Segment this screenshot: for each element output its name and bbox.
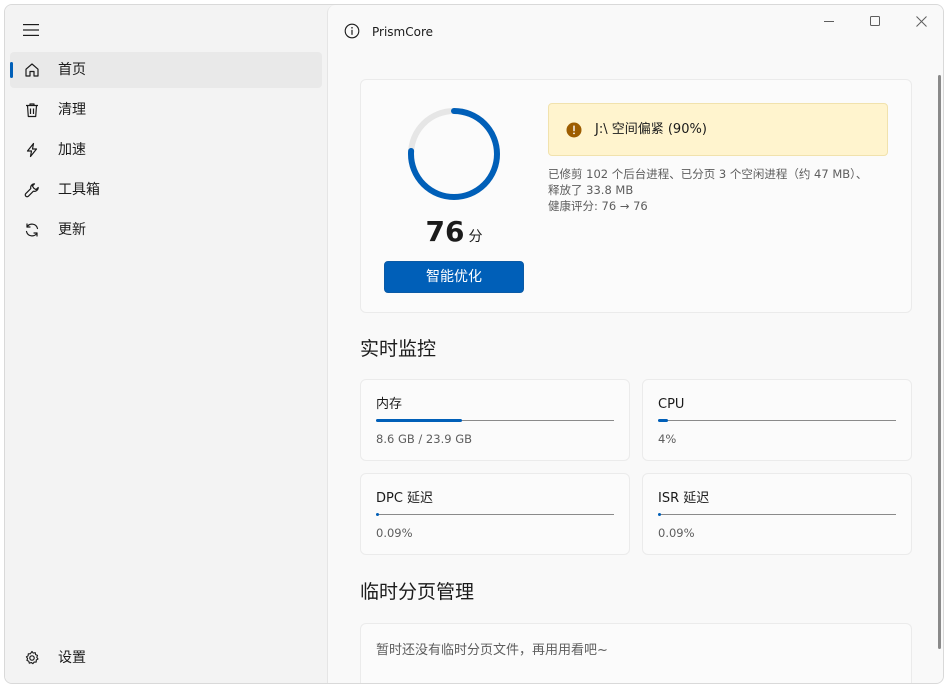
- health-score: 76 分: [391, 214, 517, 250]
- vertical-scrollbar[interactable]: [938, 75, 941, 649]
- minimize-icon: [824, 21, 834, 22]
- metric-progress-track: [658, 419, 896, 422]
- monitor-section-title: 实时监控: [360, 338, 437, 360]
- sidebar-item-update[interactable]: 更新: [10, 212, 322, 248]
- pagefile-section-title: 临时分页管理: [360, 581, 475, 603]
- trash-icon: [26, 103, 38, 118]
- metric-progress-fill: [658, 513, 661, 516]
- health-score-unit: 分: [468, 229, 483, 245]
- sidebar-item-home[interactable]: 首页: [10, 52, 322, 88]
- metric-label: ISR 延迟: [658, 491, 710, 506]
- metric-progress-fill: [658, 419, 668, 422]
- sidebar-item-label: 首页: [58, 62, 86, 78]
- isr-latency-card: ISR 延迟 0.09%: [642, 473, 912, 555]
- smart-optimize-button[interactable]: 智能优化: [384, 261, 524, 293]
- refresh-icon: [25, 223, 39, 237]
- sidebar-item-toolbox[interactable]: 工具箱: [10, 172, 322, 208]
- sidebar: 首页 清理 加速 工具箱 更新 设置: [5, 5, 327, 683]
- disk-warning-banner: J:\ 空间偏紧 (90%): [548, 103, 888, 156]
- health-score-ring: [408, 108, 500, 200]
- warning-icon: [566, 122, 582, 138]
- memory-card: 内存 8.6 GB / 23.9 GB: [360, 379, 630, 461]
- optimize-summary: 已修剪 102 个后台进程、已分页 3 个空闲进程（约 47 MB）、 释放了 …: [548, 166, 898, 214]
- minimize-button[interactable]: [806, 5, 852, 37]
- summary-line: 释放了 33.8 MB: [548, 183, 634, 197]
- warning-text: J:\ 空间偏紧 (90%): [595, 122, 707, 137]
- metric-value: 0.09%: [658, 526, 695, 540]
- metric-label: CPU: [658, 397, 685, 412]
- health-score-value: 76: [425, 215, 465, 248]
- home-icon: [25, 63, 39, 77]
- sidebar-item-label: 工具箱: [58, 182, 100, 198]
- metric-label: 内存: [376, 397, 403, 412]
- health-card: 76 分 智能优化 J:\ 空间偏紧 (90%) 已修剪 102 个后台进程、已分…: [360, 79, 912, 313]
- sidebar-item-boost[interactable]: 加速: [10, 132, 322, 168]
- title-bar: PrismCore: [328, 5, 943, 55]
- close-button[interactable]: [898, 5, 943, 37]
- metric-progress-track: [376, 419, 614, 422]
- close-icon: [915, 15, 927, 27]
- lightning-icon: [26, 142, 38, 158]
- metric-progress-fill: [376, 419, 462, 422]
- app-window: 首页 清理 加速 工具箱 更新 设置 PrismCore 76 分 智能优化 J…: [4, 4, 944, 684]
- metric-value: 8.6 GB / 23.9 GB: [376, 432, 472, 446]
- metric-value: 4%: [658, 432, 677, 446]
- sidebar-item-label: 清理: [58, 102, 86, 118]
- metric-progress-fill: [376, 513, 379, 516]
- maximize-button[interactable]: [852, 5, 898, 37]
- metric-label: DPC 延迟: [376, 491, 434, 506]
- hamburger-menu-icon: [23, 24, 39, 36]
- dpc-latency-card: DPC 延迟 0.09%: [360, 473, 630, 555]
- gear-icon: [25, 650, 39, 665]
- info-icon: [344, 23, 360, 39]
- settings-label: 设置: [58, 650, 86, 666]
- maximize-icon: [870, 16, 880, 26]
- summary-line: 健康评分: 76 → 76: [548, 199, 648, 213]
- pagefile-empty-text: 暂时还没有临时分页文件，再用用看吧~: [376, 643, 608, 658]
- metric-value: 0.09%: [376, 526, 413, 540]
- app-title: PrismCore: [372, 25, 434, 39]
- metric-progress-track: [658, 513, 896, 516]
- settings-button[interactable]: 设置: [10, 640, 322, 676]
- sidebar-item-label: 加速: [58, 142, 86, 158]
- metric-progress-track: [376, 513, 614, 516]
- hamburger-menu-button[interactable]: [13, 13, 49, 47]
- pagefile-empty-card: 暂时还没有临时分页文件，再用用看吧~: [360, 623, 912, 683]
- main-content: PrismCore 76 分 智能优化 J:\ 空间偏紧 (90%) 已修剪 1…: [327, 5, 943, 683]
- cpu-card: CPU 4%: [642, 379, 912, 461]
- wrench-icon: [24, 183, 39, 198]
- sidebar-item-label: 更新: [58, 222, 86, 238]
- active-indicator: [10, 62, 13, 78]
- summary-line: 已修剪 102 个后台进程、已分页 3 个空闲进程（约 47 MB）、: [548, 167, 868, 181]
- sidebar-item-clean[interactable]: 清理: [10, 92, 322, 128]
